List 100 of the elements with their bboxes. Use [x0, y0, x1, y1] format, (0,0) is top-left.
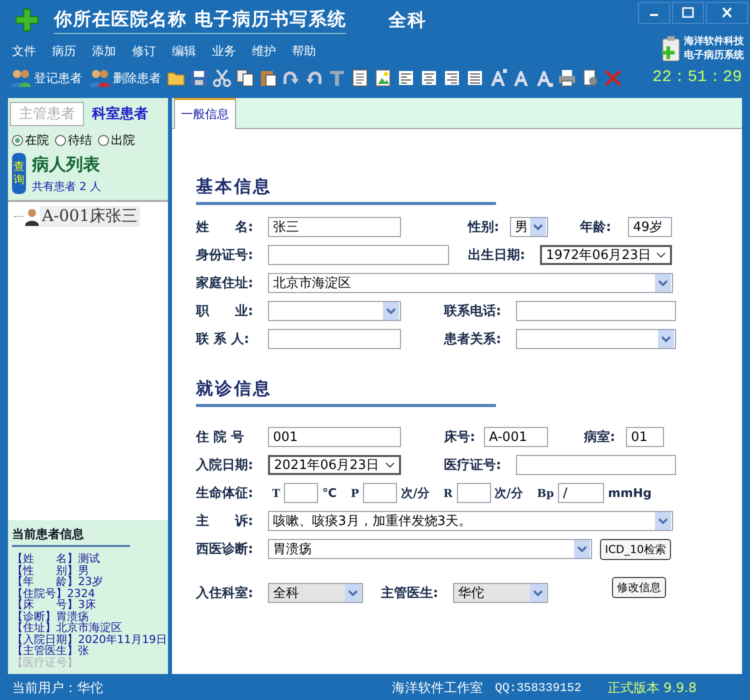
- field-label: 联系电话:: [444, 302, 502, 320]
- info-line: 【性 别】男: [12, 564, 90, 576]
- qq-number: QQ:358339152: [495, 681, 582, 695]
- info-line: 【姓 名】测试: [12, 553, 101, 564]
- list-title: 病人列表: [32, 154, 101, 176]
- field-label: 姓 名:: [196, 219, 254, 236]
- printer-icon[interactable]: [557, 68, 577, 88]
- clock: 22：51：29: [652, 67, 742, 87]
- input-field[interactable]: A-001: [484, 427, 548, 447]
- version-label: 正式版本 9.9.8: [607, 680, 697, 697]
- input-field[interactable]: [284, 483, 318, 503]
- align-center-icon[interactable]: [419, 68, 439, 88]
- input-field[interactable]: 张三: [268, 217, 401, 237]
- vital-label: P: [350, 486, 359, 500]
- image-icon[interactable]: [373, 68, 393, 88]
- paste-icon[interactable]: [258, 68, 278, 88]
- vital-label: T: [272, 486, 280, 500]
- menu-item[interactable]: 添加: [90, 42, 130, 60]
- people-icon: [89, 68, 111, 88]
- minimize-icon[interactable]: [638, 2, 670, 24]
- field-label: 床号:: [444, 428, 476, 446]
- radio-button[interactable]: 出院: [98, 132, 135, 149]
- info-line: 【入院日期】2020年11月19日: [12, 634, 164, 645]
- save-icon[interactable]: [189, 68, 209, 88]
- dropdown[interactable]: 胃溃疡: [268, 539, 592, 559]
- people-icon: [10, 68, 32, 88]
- field-label: 医疗证号:: [444, 456, 502, 474]
- dropdown[interactable]: 华佗: [453, 583, 548, 603]
- menu-item[interactable]: 修订: [130, 42, 170, 60]
- menu-item[interactable]: 文件: [10, 42, 50, 60]
- current-user: 当前用户：华佗: [12, 680, 104, 697]
- font-icon[interactable]: [511, 68, 531, 88]
- date-picker[interactable]: 1972年06月23日: [540, 245, 672, 265]
- patient-item[interactable]: A-001床张三: [40, 206, 140, 227]
- dropdown[interactable]: [268, 301, 401, 321]
- input-field[interactable]: [516, 301, 676, 321]
- radio-button[interactable]: 待结: [55, 132, 92, 149]
- chevron-icon: [656, 252, 666, 258]
- menu-item[interactable]: 编辑: [170, 42, 210, 60]
- section-title: 就诊信息: [196, 378, 273, 400]
- maximize-icon[interactable]: [672, 2, 704, 24]
- input-field[interactable]: [516, 455, 676, 475]
- input-field[interactable]: [268, 245, 449, 265]
- input-field[interactable]: [456, 483, 491, 503]
- input-field[interactable]: 01: [626, 427, 664, 447]
- menu-item[interactable]: 病历: [50, 42, 90, 60]
- edit-info-button[interactable]: 修改信息: [612, 576, 666, 598]
- icd-search-button[interactable]: ICD_10检索: [600, 538, 671, 560]
- date-picker[interactable]: 2021年06月23日: [268, 455, 401, 475]
- align-left-icon[interactable]: [396, 68, 416, 88]
- tab[interactable]: 一般信息: [174, 98, 236, 129]
- menu-item[interactable]: 维护: [250, 42, 290, 60]
- tab[interactable]: 科室患者: [84, 102, 156, 126]
- scissors-icon[interactable]: [212, 68, 232, 88]
- unit-label: 次/分: [401, 484, 430, 502]
- dropdown[interactable]: 咳嗽、咳痰3月，加重伴发烧3天。: [268, 511, 673, 531]
- input-field[interactable]: 001: [268, 427, 401, 447]
- field-label: 年龄:: [580, 219, 612, 236]
- menu-item[interactable]: 帮助: [290, 42, 330, 60]
- brand-text: 海洋软件科技: [684, 35, 744, 49]
- unit-label: mmHg: [608, 486, 652, 500]
- superscript-icon[interactable]: [488, 68, 508, 88]
- delete-patient-button[interactable]: 删除患者: [87, 68, 163, 88]
- clipboard-icon: [660, 34, 682, 64]
- info-line: 【住院号】2324: [12, 588, 95, 599]
- register-patient-button[interactable]: 登记患者: [8, 68, 84, 88]
- radio-button[interactable]: 在院: [12, 132, 49, 149]
- align-right-icon[interactable]: [442, 68, 462, 88]
- field-label: 入住科室:: [196, 584, 254, 602]
- info-line: 【诊断】胃溃疡: [12, 610, 89, 622]
- subscript-icon[interactable]: [534, 68, 554, 88]
- document-icon[interactable]: [350, 68, 370, 88]
- dropdown[interactable]: [516, 329, 676, 349]
- field-label: 主 诉:: [196, 512, 254, 530]
- input-field[interactable]: [268, 329, 401, 349]
- field-label: 西医诊断:: [196, 541, 254, 558]
- justify-icon[interactable]: [465, 68, 485, 88]
- field-label: 生命体征:: [196, 485, 254, 502]
- dropdown[interactable]: 全科: [268, 583, 363, 603]
- person-icon: [24, 208, 40, 226]
- close-icon[interactable]: [706, 2, 748, 24]
- chevron-icon: [385, 462, 395, 468]
- unit-label: ℃: [322, 486, 337, 500]
- unit-label: 次/分: [494, 484, 523, 502]
- text-icon[interactable]: [327, 68, 347, 88]
- query-button[interactable]: 查询: [12, 153, 26, 194]
- input-field[interactable]: 49岁: [628, 217, 672, 237]
- vital-label: R: [443, 486, 453, 500]
- menu-item[interactable]: 业务: [210, 42, 250, 60]
- window-title: 你所在医院名称 电子病历书写系统: [54, 6, 346, 34]
- patient-count: 共有患者 2 人: [32, 179, 101, 194]
- field-label: 性别:: [468, 219, 500, 236]
- dropdown[interactable]: 北京市海淀区: [268, 273, 673, 293]
- field-label: 身份证号:: [196, 247, 254, 264]
- input-field[interactable]: /: [558, 483, 604, 503]
- field-label: 主管医生:: [381, 584, 440, 602]
- copy-icon[interactable]: [235, 68, 255, 88]
- info-line: 【住址】北京市海淀区: [12, 622, 123, 634]
- dropdown[interactable]: 男: [510, 217, 548, 237]
- input-field[interactable]: [363, 483, 397, 503]
